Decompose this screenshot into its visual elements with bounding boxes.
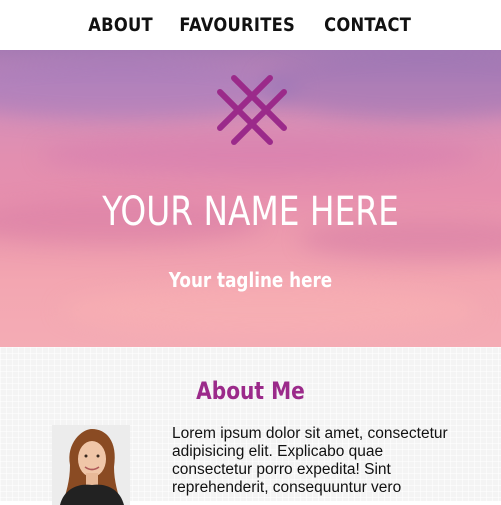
nav-link-about[interactable]: ABOUT xyxy=(88,14,153,36)
hero-banner: YOUR NAME HERE Your tagline here xyxy=(0,50,501,347)
nav-link-contact[interactable]: CONTACT xyxy=(324,14,411,36)
portrait-photo xyxy=(52,425,130,505)
hero-name-heading: YOUR NAME HERE xyxy=(102,189,399,235)
sky-streak xyxy=(260,50,501,120)
about-body-text: Lorem ipsum dolor sit amet, consectetur … xyxy=(172,425,448,496)
about-section: About Me Lorem ipsum dolor sit amet, con… xyxy=(0,347,501,505)
top-navigation: ABOUT FAVOURITES CONTACT xyxy=(0,0,501,50)
nav-link-favourites[interactable]: FAVOURITES xyxy=(180,14,296,36)
crosshatch-logo-icon xyxy=(217,75,287,145)
hero-tagline: Your tagline here xyxy=(168,268,333,292)
about-heading: About Me xyxy=(196,377,305,405)
